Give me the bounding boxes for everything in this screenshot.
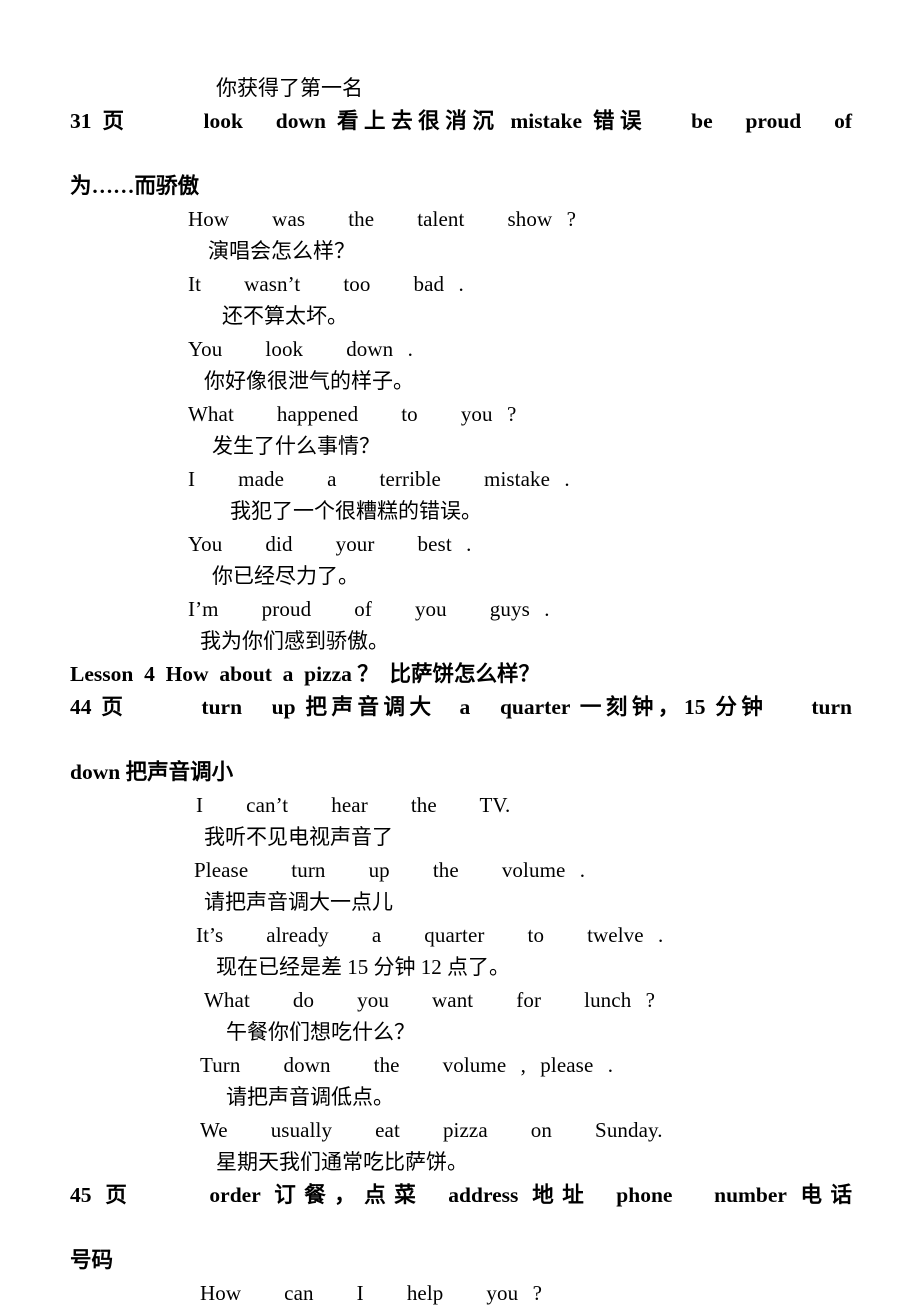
vocab-group-3: turn: [811, 695, 852, 719]
dialogue-en-line: What do you want for lunch ?: [70, 984, 852, 1017]
vocabulary-heading-page-45: 45 页 order 订餐，点菜 address 地址 phone number 电话: [70, 1179, 852, 1243]
vocabulary-heading-page-45-cont: 号码: [70, 1244, 852, 1276]
dialogue-zh-line: 午餐你们想吃什么？: [70, 1016, 852, 1049]
dialogue-zh-line: 我为你们感到骄傲。: [70, 625, 852, 658]
dialogue-en-line: Please turn up the volume .: [70, 854, 852, 887]
vocab-group-1: turn up 把声音调大: [201, 695, 435, 719]
dialogue-en-line: How was the talent show ?: [70, 203, 852, 236]
dialogue-zh-line: 现在已经是差 15 分钟 12 点了。: [70, 951, 852, 984]
vocab-group-1: order 订餐，点菜: [209, 1183, 424, 1207]
dialogue-en-line: You did your best .: [70, 528, 852, 561]
document-page: 你获得了第一名 31 页 look down 看上去很消沉 mistake 错误 b…: [0, 0, 920, 1300]
dialogue-zh-line: 我犯了一个很糟糕的错误。: [70, 495, 852, 528]
vocab-group-2: address 地址: [448, 1183, 592, 1207]
document-content: 你获得了第一名 31 页 look down 看上去很消沉 mistake 错误 b…: [70, 72, 852, 1309]
dialogue-zh-line: 星期天我们通常吃比萨饼。: [70, 1146, 852, 1179]
dialogue-zh-line: 我听不见电视声音了: [70, 821, 852, 854]
vocab-group-2: be proud of: [691, 109, 852, 133]
vocabulary-heading-page-31: 31 页 look down 看上去很消沉 mistake 错误 be proud …: [70, 105, 852, 169]
dialogue-zh-line: 你好像很泄气的样子。: [70, 365, 852, 398]
dialogue-en-line: We usually eat pizza on Sunday.: [70, 1114, 852, 1147]
dialogue-zh-line: 请把声音调低点。: [70, 1081, 852, 1114]
dialogue-en-line: I can’t hear the TV.: [70, 789, 852, 822]
dialogue-en-line: Turn down the volume , please .: [70, 1049, 852, 1082]
page-ref-45: 45 页: [70, 1183, 135, 1207]
dialogue-en-line: It’s already a quarter to twelve .: [70, 919, 852, 952]
page-ref-44: 44 页: [70, 695, 127, 719]
vocab-group-1: look down 看上去很消沉 mistake 错误: [204, 109, 648, 133]
dialogue-zh-line: 还不算太坏。: [70, 300, 852, 333]
dialogue-en-line: How can I help you ?: [70, 1277, 852, 1309]
lesson-title-lesson-4: Lesson 4 How about a pizza ？ 比萨饼怎么样？: [70, 658, 852, 690]
vocabulary-heading-page-31-cont: 为……而骄傲: [70, 170, 852, 202]
vocabulary-heading-page-44-cont: down 把声音调小: [70, 756, 852, 788]
dialogue-zh-line: 请把声音调大一点儿: [70, 886, 852, 919]
opening-translation-line: 你获得了第一名: [70, 72, 852, 105]
dialogue-en-line: I made a terrible mistake .: [70, 463, 852, 496]
vocab-group-3: phone number 电话: [616, 1183, 852, 1207]
dialogue-zh-line: 演唱会怎么样？: [70, 235, 852, 268]
dialogue-en-line: What happened to you ?: [70, 398, 852, 431]
dialogue-zh-line: 你已经尽力了。: [70, 560, 852, 593]
vocabulary-heading-page-44: 44 页 turn up 把声音调大 a quarter 一刻钟，15 分钟 turn: [70, 691, 852, 755]
dialogue-zh-line: 发生了什么事情？: [70, 430, 852, 463]
dialogue-en-line: I’m proud of you guys .: [70, 593, 852, 626]
dialogue-en-line: It wasn’t too bad .: [70, 268, 852, 301]
vocab-group-2: a quarter 一刻钟，15 分钟: [460, 695, 768, 719]
page-ref-31: 31 页: [70, 109, 130, 133]
dialogue-en-line: You look down .: [70, 333, 852, 366]
